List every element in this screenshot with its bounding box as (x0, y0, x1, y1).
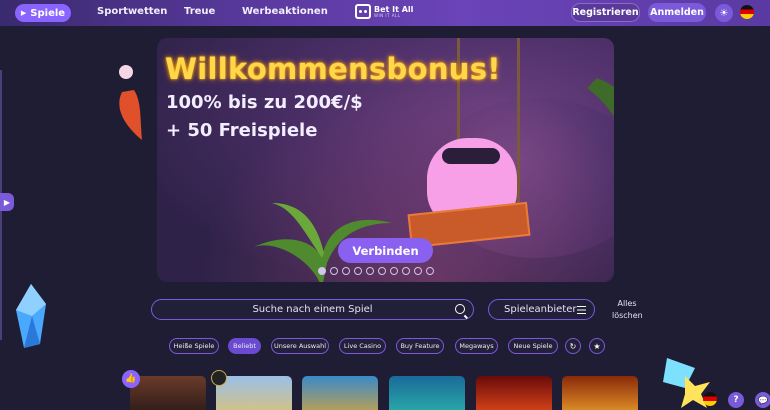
connect-button[interactable]: Verbinden (338, 238, 433, 263)
play-icon: ▶ (3, 197, 11, 207)
creature-mask (442, 148, 500, 164)
chat-button[interactable]: 💬 (755, 392, 770, 408)
game-tile[interactable] (302, 376, 378, 410)
clear-all-button[interactable]: Alles löschen (612, 298, 643, 322)
nav-item-werbeaktionen[interactable]: Werbeaktionen (242, 6, 328, 17)
carousel-dot[interactable] (378, 267, 386, 275)
filter-icon (577, 306, 586, 314)
nav-item-spiele[interactable]: ▶ Spiele (15, 4, 71, 22)
carousel-dot[interactable] (366, 267, 374, 275)
flower-decoration (119, 65, 142, 140)
carousel-dot[interactable] (342, 267, 350, 275)
game-badge (211, 370, 227, 386)
help-icon: ? (733, 395, 739, 405)
flag-de-icon[interactable] (703, 392, 717, 406)
carousel-dot[interactable] (318, 267, 326, 275)
login-button[interactable]: Anmelden (648, 3, 706, 22)
search-placeholder: Suche nach einem Spiel (252, 304, 373, 315)
chip-heisse-spiele[interactable]: Heiße Spiele (169, 338, 219, 354)
promo-banner[interactable]: Willkommensbonus! 100% bis zu 200€/$ + 5… (157, 38, 614, 282)
nav-item-treue[interactable]: Treue (184, 6, 215, 17)
game-tile[interactable] (130, 376, 206, 410)
search-input[interactable]: Suche nach einem Spiel (151, 299, 474, 320)
chip-megaways[interactable]: Megaways (455, 338, 498, 354)
side-menu-toggle[interactable]: ▶ (0, 193, 14, 211)
provider-select[interactable]: Spieleanbieter (488, 299, 595, 320)
crystal-decoration (16, 284, 46, 348)
nav-item-spiele-label: Spiele (30, 7, 66, 19)
chat-icon: 💬 (758, 395, 768, 405)
swing-rope-right (517, 38, 520, 208)
help-button[interactable]: ? (728, 392, 744, 408)
chip-beliebt[interactable]: Beliebt (228, 338, 261, 354)
game-tile[interactable] (562, 376, 638, 410)
banner-offer-line1: 100% bis zu 200€/$ (166, 92, 363, 113)
sun-icon: ☀ (719, 7, 729, 19)
carousel-dot[interactable] (426, 267, 434, 275)
game-tile[interactable] (216, 376, 292, 410)
site-logo[interactable]: Bet It All WIN IT ALL (355, 4, 413, 19)
game-tile[interactable] (389, 376, 465, 410)
logo-icon (355, 4, 371, 19)
star-icon: ★ (593, 341, 601, 351)
carousel-dot[interactable] (390, 267, 398, 275)
carousel-dot[interactable] (402, 267, 410, 275)
banner-offer-line2: + 50 Freispiele (166, 120, 318, 141)
logo-tagline: WIN IT ALL (374, 12, 401, 18)
history-icon: ↻ (569, 341, 577, 351)
leaf-decoration (587, 78, 614, 117)
chip-live-casino[interactable]: Live Casino (339, 338, 386, 354)
nav-item-sportwetten[interactable]: Sportwetten (97, 6, 167, 17)
play-icon: ▶ (20, 9, 27, 17)
theme-toggle[interactable]: ☀ (715, 4, 733, 22)
carousel-dot[interactable] (354, 267, 362, 275)
chip-unsere-auswahl[interactable]: Unsere Auswahl (271, 338, 329, 354)
chip-buy-feature[interactable]: Buy Feature (396, 338, 444, 354)
flag-de-icon[interactable] (740, 5, 754, 19)
carousel-dots (318, 267, 434, 275)
search-icon[interactable] (455, 304, 465, 314)
top-navigation: ▶ Spiele Sportwetten Treue Werbeaktionen… (0, 0, 770, 26)
history-button[interactable]: ↻ (565, 338, 581, 354)
banner-title: Willkommensbonus! (165, 52, 501, 86)
carousel-dot[interactable] (330, 267, 338, 275)
register-button[interactable]: Registrieren (571, 3, 640, 22)
provider-label: Spieleanbieter (504, 304, 577, 315)
game-tile[interactable] (476, 376, 552, 410)
carousel-dot[interactable] (414, 267, 422, 275)
favorites-button[interactable]: ★ (589, 338, 605, 354)
thumbs-up-icon: 👍 (122, 370, 140, 388)
chip-neue-spiele[interactable]: Neue Spiele (508, 338, 558, 354)
